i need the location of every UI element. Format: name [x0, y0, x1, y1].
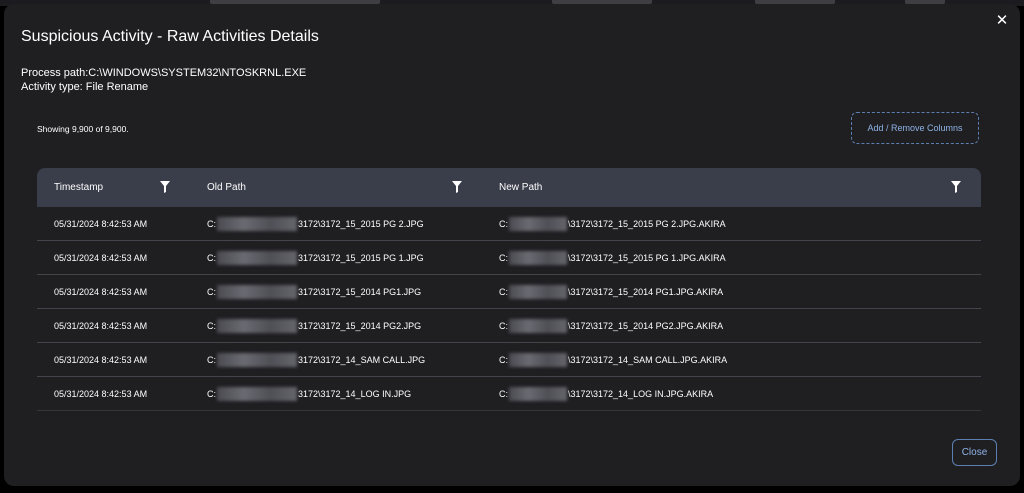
redacted-path — [217, 318, 297, 333]
table-row[interactable]: 05/31/2024 8:42:53 AM C: 3172\3172_15_201… — [37, 275, 981, 309]
new-path-cell: C: \3172\3172_14_SAM CALL.JPG.AKIRA — [499, 343, 727, 376]
header-timestamp[interactable]: Timestamp — [54, 168, 103, 207]
redacted-path — [509, 352, 567, 367]
old-path-cell: C: 3172\3172_15_2015 PG 1.JPG — [207, 241, 424, 274]
redacted-path — [509, 250, 567, 265]
timestamp-cell: 05/31/2024 8:42:53 AM — [54, 252, 148, 263]
path-prefix: C: — [207, 354, 216, 365]
path-suffix: \3172\3172_15_2014 PG1.JPG.AKIRA — [568, 286, 724, 297]
path-suffix: 3172\3172_15_2015 PG 1.JPG — [298, 252, 424, 263]
header-old-path[interactable]: Old Path — [207, 168, 246, 207]
filter-icon[interactable] — [160, 181, 170, 193]
path-suffix: \3172\3172_15_2015 PG 2.JPG.AKIRA — [568, 218, 726, 229]
modal-title: Suspicious Activity - Raw Activities Det… — [21, 28, 319, 45]
path-prefix: C: — [207, 252, 216, 263]
old-path-cell: C: 3172\3172_14_SAM CALL.JPG — [207, 343, 425, 376]
table-header: Timestamp Old Path New Path — [37, 168, 981, 207]
modal-meta: Process path:C:\WINDOWS\SYSTEM32\NTOSKRN… — [21, 66, 306, 94]
table-row[interactable]: 05/31/2024 8:42:53 AM C: 3172\3172_14_LOG… — [37, 377, 981, 411]
redacted-path — [217, 250, 297, 265]
old-path-cell: C: 3172\3172_14_LOG IN.JPG — [207, 377, 411, 410]
new-path-cell: C: \3172\3172_15_2015 PG 2.JPG.AKIRA — [499, 207, 726, 240]
path-suffix: \3172\3172_14_SAM CALL.JPG.AKIRA — [568, 354, 728, 365]
path-suffix: \3172\3172_15_2015 PG 1.JPG.AKIRA — [568, 252, 726, 263]
timestamp-cell: 05/31/2024 8:42:53 AM — [54, 354, 148, 365]
path-suffix: 3172\3172_14_LOG IN.JPG — [298, 388, 412, 399]
path-prefix: C: — [499, 320, 508, 331]
path-prefix: C: — [499, 252, 508, 263]
redacted-path — [509, 318, 567, 333]
redacted-path — [217, 352, 297, 367]
path-suffix: \3172\3172_14_LOG IN.JPG.AKIRA — [568, 388, 714, 399]
path-suffix: 3172\3172_15_2014 PG1.JPG — [298, 286, 422, 297]
path-prefix: C: — [499, 286, 508, 297]
timestamp-cell: 05/31/2024 8:42:53 AM — [54, 218, 148, 229]
path-prefix: C: — [499, 218, 508, 229]
timestamp-cell: 05/31/2024 8:42:53 AM — [54, 417, 147, 422]
new-path-cell: C: \3172\3172_15_2014 PG1.JPG.AKIRA — [499, 275, 723, 308]
path-prefix: C: — [499, 388, 508, 399]
redacted-path — [509, 216, 567, 231]
path-suffix: 3172\3172_14_SAM CALL.JPG — [298, 354, 426, 365]
close-icon[interactable]: ✕ — [993, 12, 1011, 30]
filter-icon[interactable] — [951, 181, 961, 193]
timestamp-cell: 05/31/2024 8:42:53 AM — [54, 388, 148, 399]
path-prefix: C: — [207, 388, 216, 399]
process-path: Process path:C:\WINDOWS\SYSTEM32\NTOSKRN… — [21, 67, 307, 79]
activities-table: Timestamp Old Path New Path 05/31/2024 8… — [37, 168, 981, 422]
path-suffix: \3172\3172_15_2014 PG2.JPG.AKIRA — [568, 320, 724, 331]
path-prefix: C: — [207, 218, 216, 229]
table-row-partial[interactable]: 05/31/2024 8:42:53 AM — [37, 411, 981, 422]
timestamp-cell: 05/31/2024 8:42:53 AM — [54, 286, 148, 297]
path-prefix: C: — [207, 286, 216, 297]
table-body: 05/31/2024 8:42:53 AM C: 3172\3172_15_201… — [37, 207, 981, 422]
old-path-cell: C: 3172\3172_15_2014 PG2.JPG — [207, 309, 421, 342]
redacted-path — [509, 386, 567, 401]
table-row[interactable]: 05/31/2024 8:42:53 AM C: 3172\3172_15_201… — [37, 241, 981, 275]
new-path-cell: C: \3172\3172_15_2014 PG2.JPG.AKIRA — [499, 309, 723, 342]
table-row[interactable]: 05/31/2024 8:42:53 AM C: 3172\3172_15_201… — [37, 207, 981, 241]
raw-activities-modal: ✕ Suspicious Activity - Raw Activities D… — [4, 4, 1020, 486]
old-path-cell: C: 3172\3172_15_2015 PG 2.JPG — [207, 207, 424, 240]
path-prefix: C: — [499, 354, 508, 365]
path-prefix: C: — [207, 320, 216, 331]
activity-type: Activity type: File Rename — [21, 81, 149, 93]
filter-icon[interactable] — [452, 181, 462, 193]
redacted-path — [217, 216, 297, 231]
redacted-path — [509, 284, 567, 299]
add-remove-columns-button[interactable]: Add / Remove Columns — [851, 112, 979, 144]
new-path-cell: C: \3172\3172_15_2015 PG 1.JPG.AKIRA — [499, 241, 726, 274]
new-path-cell: C: \3172\3172_14_LOG IN.JPG.AKIRA — [499, 377, 713, 410]
old-path-cell: C: 3172\3172_15_2014 PG1.JPG — [207, 275, 421, 308]
results-count: Showing 9,900 of 9,900. — [37, 124, 129, 134]
redacted-path — [217, 284, 297, 299]
close-button[interactable]: Close — [952, 439, 997, 466]
table-row[interactable]: 05/31/2024 8:42:53 AM C: 3172\3172_15_201… — [37, 309, 981, 343]
path-suffix: 3172\3172_15_2014 PG2.JPG — [298, 320, 422, 331]
header-new-path[interactable]: New Path — [499, 168, 542, 207]
timestamp-cell: 05/31/2024 8:42:53 AM — [54, 320, 148, 331]
path-suffix: 3172\3172_15_2015 PG 2.JPG — [298, 218, 424, 229]
redacted-path — [217, 386, 297, 401]
table-row[interactable]: 05/31/2024 8:42:53 AM C: 3172\3172_14_SAM… — [37, 343, 981, 377]
